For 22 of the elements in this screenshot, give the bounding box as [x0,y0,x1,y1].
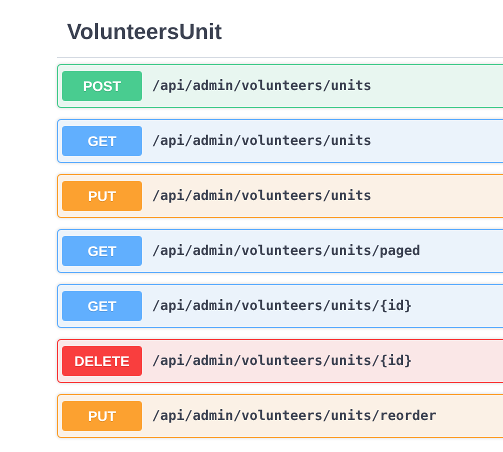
method-badge: GET [62,236,142,266]
endpoint-path: /api/admin/volunteers/units [152,188,372,204]
endpoint-path: /api/admin/volunteers/units/reorder [152,408,436,424]
endpoint-path: /api/admin/volunteers/units [152,78,372,94]
endpoint-path: /api/admin/volunteers/units/{id} [152,298,412,314]
endpoint-row[interactable]: GET /api/admin/volunteers/units [57,119,503,163]
method-badge: DELETE [62,346,142,376]
method-badge: GET [62,291,142,321]
endpoint-path: /api/admin/volunteers/units [152,133,372,149]
section-title[interactable]: VolunteersUnit [57,0,503,58]
endpoint-row[interactable]: PUT /api/admin/volunteers/units [57,174,503,218]
method-badge: PUT [62,401,142,431]
endpoint-row[interactable]: POST /api/admin/volunteers/units [57,64,503,108]
endpoint-row[interactable]: GET /api/admin/volunteers/units/paged [57,229,503,273]
method-badge: PUT [62,181,142,211]
method-badge: POST [62,71,142,101]
endpoint-path: /api/admin/volunteers/units/paged [152,243,420,259]
method-badge: GET [62,126,142,156]
endpoint-row[interactable]: DELETE /api/admin/volunteers/units/{id} [57,339,503,383]
endpoint-path: /api/admin/volunteers/units/{id} [152,353,412,369]
endpoint-row[interactable]: GET /api/admin/volunteers/units/{id} [57,284,503,328]
endpoint-row[interactable]: PUT /api/admin/volunteers/units/reorder [57,394,503,438]
